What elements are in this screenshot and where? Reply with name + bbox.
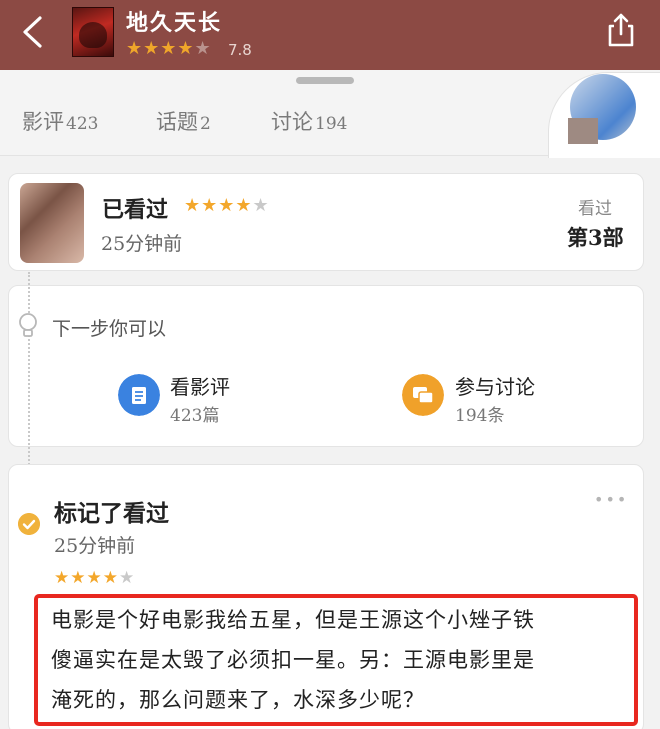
tab-count: 194: [315, 114, 348, 134]
tab-label: 话题: [156, 110, 198, 134]
status-time: 25分钟前: [101, 233, 183, 255]
tab-topics[interactable]: 话题 2: [156, 106, 211, 136]
tab-discussions[interactable]: 讨论 194: [271, 106, 347, 136]
movie-title: 地久天长: [126, 10, 223, 36]
back-icon[interactable]: [18, 14, 48, 50]
movie-poster[interactable]: [72, 7, 114, 57]
list-icon[interactable]: [118, 374, 160, 416]
review-line: 傻逼实在是太毁了必须扣一星。另：王源电影里是: [51, 648, 535, 672]
discussion-count: 194条: [455, 406, 505, 426]
more-options-icon[interactable]: •••: [594, 490, 628, 509]
watch-status: 已看过: [102, 197, 169, 223]
next-steps-card: [8, 285, 644, 447]
join-discussion-link[interactable]: 参与讨论: [455, 371, 535, 400]
review-text: 电影是个好电影我给五星，但是王源这个小矬子铁 傻逼实在是太毁了必须扣一星。另：王…: [51, 600, 627, 720]
tab-count: 2: [200, 114, 211, 134]
activity-time: 25分钟前: [54, 535, 136, 557]
my-rating-stars[interactable]: ★★★★★: [184, 195, 270, 216]
header-rating-score: 7.8: [228, 41, 252, 59]
avatar[interactable]: [20, 183, 84, 263]
tab-reviews[interactable]: 影评 423: [22, 106, 98, 136]
seen-label: 看过: [578, 199, 612, 219]
review-rating-stars: ★★★★★: [54, 568, 136, 588]
drag-handle[interactable]: [296, 77, 354, 84]
tab-label: 影评: [22, 110, 64, 134]
tab-label: 讨论: [271, 110, 313, 134]
review-count: 423篇: [170, 406, 220, 426]
share-icon[interactable]: [605, 12, 637, 48]
activity-title: 标记了看过: [54, 500, 169, 527]
review-line: 淹死的，那么问题来了，水深多少呢？: [51, 688, 425, 712]
seen-count: 第3部: [567, 225, 624, 250]
next-steps-title: 下一步你可以: [52, 318, 167, 340]
header-rating-stars: ★★★★★: [126, 38, 212, 59]
review-line: 电影是个好电影我给五星，但是王源这个小矬子铁: [51, 608, 535, 632]
lightbulb-icon: [19, 313, 37, 337]
tab-count: 423: [66, 114, 99, 134]
check-icon: [18, 513, 40, 535]
read-reviews-link[interactable]: 看影评: [170, 371, 230, 400]
user-avatar-blurred-part: [568, 118, 598, 144]
chat-icon[interactable]: [402, 374, 444, 416]
